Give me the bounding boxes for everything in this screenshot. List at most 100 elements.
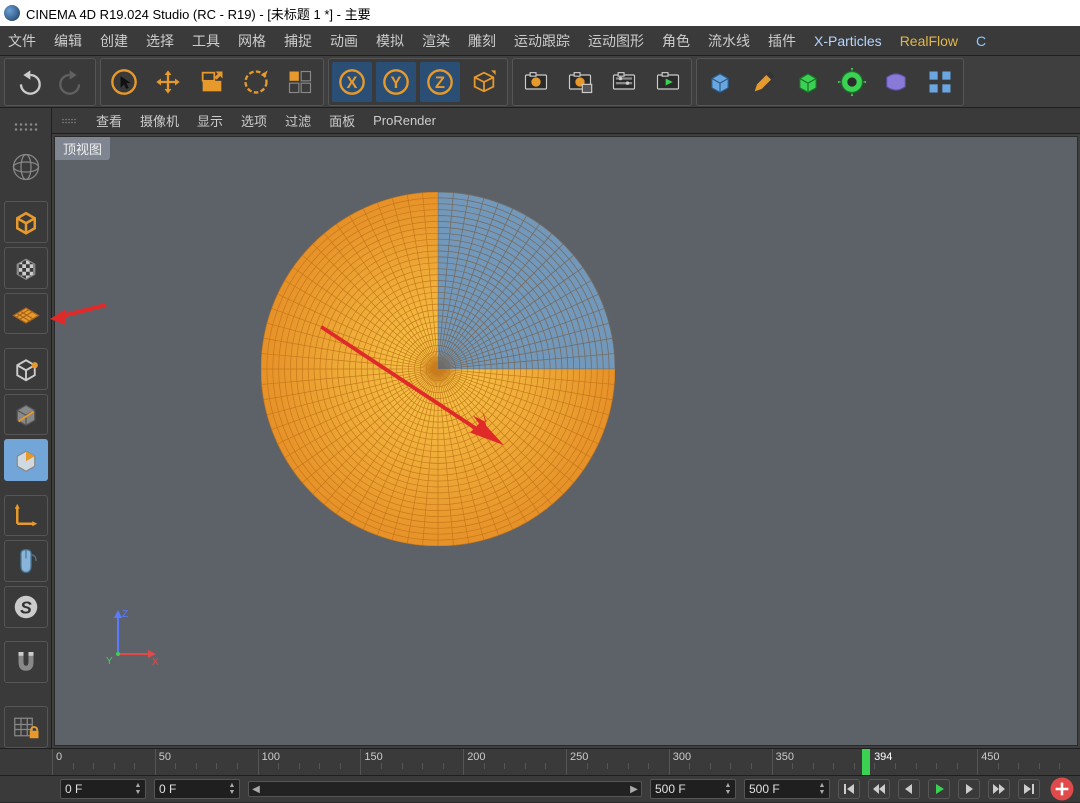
- rotate-button[interactable]: [236, 62, 276, 102]
- timeline-tick: 350: [772, 749, 794, 775]
- polygon-mode-button[interactable]: [4, 439, 48, 481]
- render-view-button[interactable]: [516, 62, 556, 102]
- viewport-menu: 查看 摄像机 显示 选项 过滤 面板 ProRender: [52, 108, 1080, 134]
- timeline-tick: 0: [52, 749, 62, 775]
- viewport[interactable]: 顶视图: [54, 136, 1078, 746]
- menu-realflow[interactable]: RealFlow: [900, 33, 958, 49]
- playhead-label: 394: [874, 751, 892, 763]
- disc-object-icon[interactable]: [261, 192, 615, 546]
- menu-edit[interactable]: 编辑: [54, 31, 82, 51]
- array-button[interactable]: [920, 62, 960, 102]
- menu-track[interactable]: 运动跟踪: [514, 31, 570, 51]
- viewport-tab: 顶视图: [55, 137, 110, 160]
- prev-key-button[interactable]: [868, 779, 890, 799]
- view-menu-view[interactable]: 查看: [96, 111, 122, 130]
- menu-pipeline[interactable]: 流水线: [708, 31, 750, 51]
- frame-start-field[interactable]: 0 F ▲▼: [60, 779, 146, 799]
- playhead[interactable]: [862, 749, 870, 775]
- mouse-mode-button[interactable]: [4, 540, 48, 582]
- frame-start-value: 0 F: [65, 782, 82, 796]
- undo-button[interactable]: [8, 62, 48, 102]
- next-key-button[interactable]: [988, 779, 1010, 799]
- model-mode-button[interactable]: [4, 348, 48, 390]
- view-menu-camera[interactable]: 摄像机: [140, 111, 179, 130]
- view-menu-filter[interactable]: 过滤: [285, 111, 311, 130]
- object-mode-button[interactable]: [4, 201, 48, 243]
- menu-create[interactable]: 创建: [100, 31, 128, 51]
- add-key-button[interactable]: [1048, 778, 1076, 800]
- wireframe-sphere-icon[interactable]: [4, 146, 48, 188]
- primitive-button[interactable]: [700, 62, 740, 102]
- app-logo-icon: [4, 5, 20, 21]
- redo-button[interactable]: [52, 62, 92, 102]
- render-queue-button[interactable]: [648, 62, 688, 102]
- menu-character[interactable]: 角色: [662, 31, 690, 51]
- view-menu-panel[interactable]: 面板: [329, 111, 355, 130]
- menu-snap[interactable]: 捕捉: [284, 31, 312, 51]
- snap-s-button[interactable]: S: [4, 586, 48, 628]
- goto-start-button[interactable]: [838, 779, 860, 799]
- menu-select[interactable]: 选择: [146, 31, 174, 51]
- coordinate-system-button[interactable]: [464, 62, 504, 102]
- scrub-bar[interactable]: ◀ ▶: [248, 781, 642, 797]
- move-button[interactable]: [148, 62, 188, 102]
- grip-icon[interactable]: [60, 112, 78, 130]
- svg-text:Z: Z: [435, 73, 445, 91]
- menu-plugins[interactable]: 插件: [768, 31, 796, 51]
- prev-frame-button[interactable]: [898, 779, 920, 799]
- scrub-right-icon[interactable]: ▶: [627, 781, 641, 797]
- timeline-tick: 100: [258, 749, 280, 775]
- live-select-button[interactable]: [104, 62, 144, 102]
- timeline-ruler[interactable]: 050100150200250300350450394: [0, 748, 1080, 776]
- menu-sculpt[interactable]: 雕刻: [468, 31, 496, 51]
- frame-end-value: 500 F: [749, 782, 780, 796]
- y-axis-button[interactable]: Y: [376, 62, 416, 102]
- timeline-tick: 250: [566, 749, 588, 775]
- menu-tools[interactable]: 工具: [192, 31, 220, 51]
- pen-button[interactable]: [744, 62, 784, 102]
- axis-gizmo-icon: Z X Y: [100, 602, 170, 672]
- loop-end-field[interactable]: 500 F ▲▼: [650, 779, 736, 799]
- workplane-button[interactable]: [4, 293, 48, 335]
- last-tool-button[interactable]: [280, 62, 320, 102]
- grid-lock-button[interactable]: [4, 706, 48, 748]
- menu-file[interactable]: 文件: [8, 31, 36, 51]
- z-axis-button[interactable]: Z: [420, 62, 460, 102]
- menu-mesh[interactable]: 网格: [238, 31, 266, 51]
- menu-cut-c[interactable]: C: [976, 33, 986, 49]
- magnet-button[interactable]: [4, 641, 48, 683]
- window-title: CINEMA 4D R19.024 Studio (RC - R19) - [未…: [26, 4, 371, 23]
- nurbs-button[interactable]: [788, 62, 828, 102]
- svg-text:Y: Y: [391, 73, 402, 91]
- object-axis-button[interactable]: [4, 394, 48, 436]
- scale-button[interactable]: [192, 62, 232, 102]
- next-frame-button[interactable]: [958, 779, 980, 799]
- menu-simulate[interactable]: 模拟: [376, 31, 404, 51]
- render-region-button[interactable]: [560, 62, 600, 102]
- timeline-tick: 300: [669, 749, 691, 775]
- frame-end-field[interactable]: 500 F ▲▼: [744, 779, 830, 799]
- menu-mograph[interactable]: 运动图形: [588, 31, 644, 51]
- top-toolbar: X Y Z: [0, 56, 1080, 108]
- loop-end-value: 500 F: [655, 782, 686, 796]
- local-axis-button[interactable]: [4, 495, 48, 537]
- render-settings-button[interactable]: [604, 62, 644, 102]
- bottom-bar: 0 F ▲▼ 0 F ▲▼ ◀ ▶ 500 F ▲▼ 500 F ▲▼: [0, 776, 1080, 802]
- view-menu-display[interactable]: 显示: [197, 111, 223, 130]
- viewport-panel: 查看 摄像机 显示 选项 过滤 面板 ProRender 顶视图: [52, 108, 1080, 748]
- scrub-left-icon[interactable]: ◀: [249, 781, 263, 797]
- view-menu-options[interactable]: 选项: [241, 111, 267, 130]
- texture-mode-button[interactable]: [4, 247, 48, 289]
- play-button[interactable]: [928, 779, 950, 799]
- menu-xparticles[interactable]: X-Particles: [814, 33, 882, 49]
- menu-render[interactable]: 渲染: [422, 31, 450, 51]
- loop-start-field[interactable]: 0 F ▲▼: [154, 779, 240, 799]
- timeline-tick: 150: [360, 749, 382, 775]
- generator-button[interactable]: [832, 62, 872, 102]
- view-menu-prorender[interactable]: ProRender: [373, 113, 436, 128]
- goto-end-button[interactable]: [1018, 779, 1040, 799]
- x-axis-button[interactable]: X: [332, 62, 372, 102]
- deformer-button[interactable]: [876, 62, 916, 102]
- menu-animate[interactable]: 动画: [330, 31, 358, 51]
- grip-icon[interactable]: [4, 112, 48, 142]
